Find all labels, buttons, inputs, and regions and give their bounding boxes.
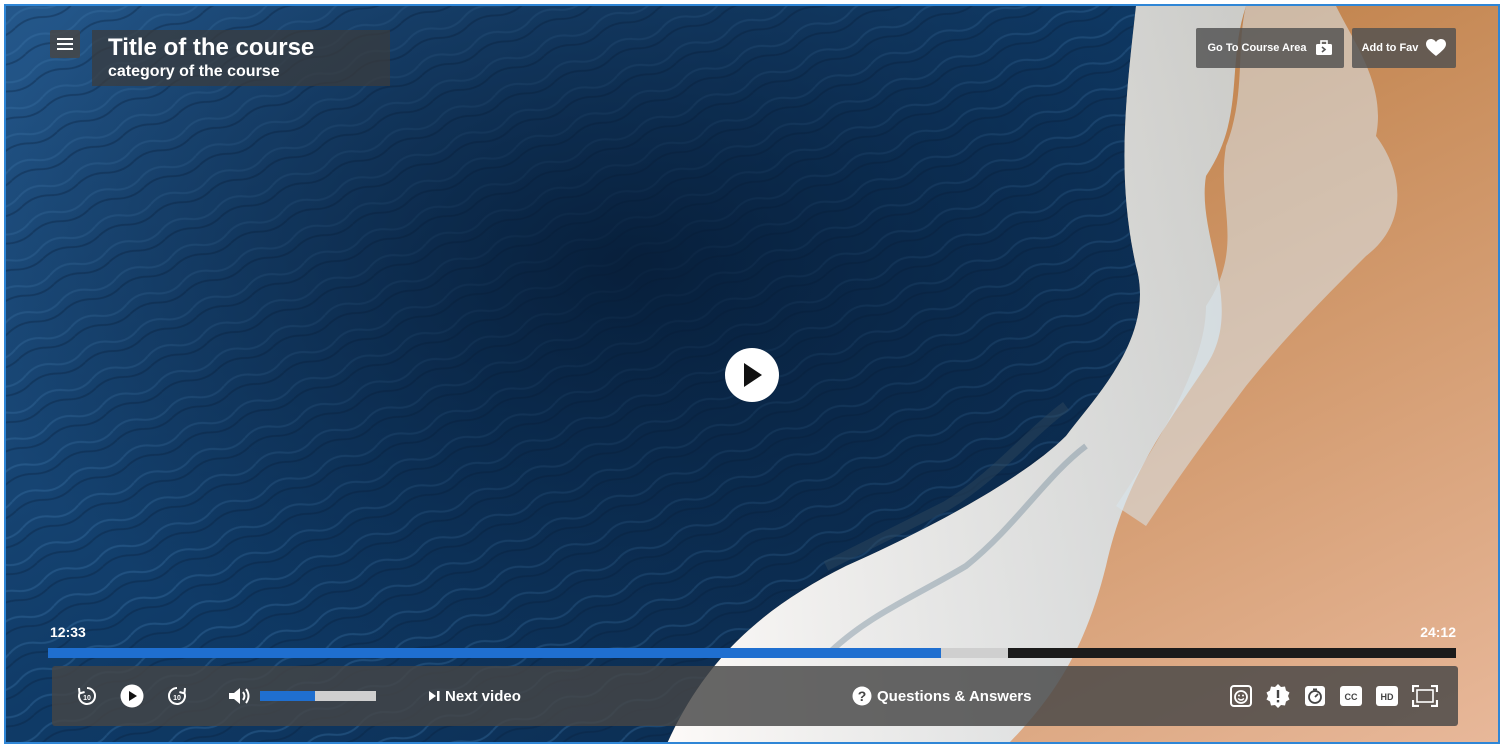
- volume-button[interactable]: [228, 666, 254, 726]
- progress-bar[interactable]: [48, 648, 1456, 658]
- questions-answers-label: Questions & Answers: [877, 687, 1032, 705]
- volume-slider[interactable]: [260, 691, 376, 701]
- playback-speed-button[interactable]: [1304, 666, 1326, 726]
- next-video-button[interactable]: Next video: [428, 666, 521, 726]
- current-time: 12:33: [50, 624, 86, 640]
- heart-icon: [1426, 39, 1447, 56]
- go-to-course-area-label: Go To Course Area: [1207, 42, 1307, 54]
- play-icon: [744, 363, 762, 387]
- forward-10-icon: 10: [168, 687, 186, 705]
- fullscreen-icon: [1412, 685, 1438, 707]
- forward-10-button[interactable]: 10: [166, 666, 188, 726]
- report-issue-button[interactable]: [1265, 666, 1291, 726]
- add-to-fav-button[interactable]: Add to Fav: [1352, 28, 1456, 68]
- quality-button[interactable]: HD: [1376, 666, 1398, 726]
- alert-icon: [1266, 684, 1290, 708]
- forward-seconds: 10: [173, 695, 181, 702]
- rewind-10-icon: 10: [78, 687, 96, 705]
- menu-icon: [57, 38, 73, 50]
- briefcase-icon: [1315, 40, 1332, 55]
- cc-label: CC: [1345, 692, 1358, 702]
- progress-played: [48, 648, 941, 658]
- cc-icon: CC: [1340, 686, 1362, 706]
- play-button[interactable]: [120, 666, 144, 726]
- control-bar: 10 10 Next video ? Questions & Answers C…: [52, 666, 1458, 726]
- rewind-seconds: 10: [83, 695, 91, 702]
- video-player-frame: Title of the course category of the cour…: [4, 4, 1500, 744]
- menu-button[interactable]: [50, 30, 80, 58]
- next-video-label: Next video: [445, 687, 521, 705]
- timer-icon: [1305, 686, 1325, 706]
- course-category: category of the course: [108, 63, 280, 80]
- add-to-fav-label: Add to Fav: [1361, 42, 1419, 54]
- volume-level: [260, 691, 315, 701]
- go-to-course-area-button[interactable]: Go To Course Area: [1196, 28, 1344, 68]
- rewind-10-button[interactable]: 10: [76, 666, 98, 726]
- reactions-button[interactable]: [1230, 666, 1252, 726]
- total-time: 24:12: [1420, 624, 1456, 640]
- play-circle-icon: [120, 684, 144, 708]
- hd-label: HD: [1381, 692, 1394, 702]
- volume-icon: [229, 688, 250, 704]
- course-title-panel: Title of the course category of the cour…: [92, 30, 390, 86]
- captions-button[interactable]: CC: [1340, 666, 1362, 726]
- skip-next-icon: [429, 691, 440, 701]
- emoji-icon: [1230, 685, 1252, 707]
- course-title: Title of the course: [108, 34, 315, 61]
- svg-text:?: ?: [858, 688, 867, 704]
- fullscreen-button[interactable]: [1412, 666, 1438, 726]
- question-icon: ?: [852, 686, 872, 706]
- center-play-button[interactable]: [725, 348, 779, 402]
- hd-icon: HD: [1376, 686, 1398, 706]
- questions-answers-button[interactable]: ? Questions & Answers: [852, 666, 1031, 726]
